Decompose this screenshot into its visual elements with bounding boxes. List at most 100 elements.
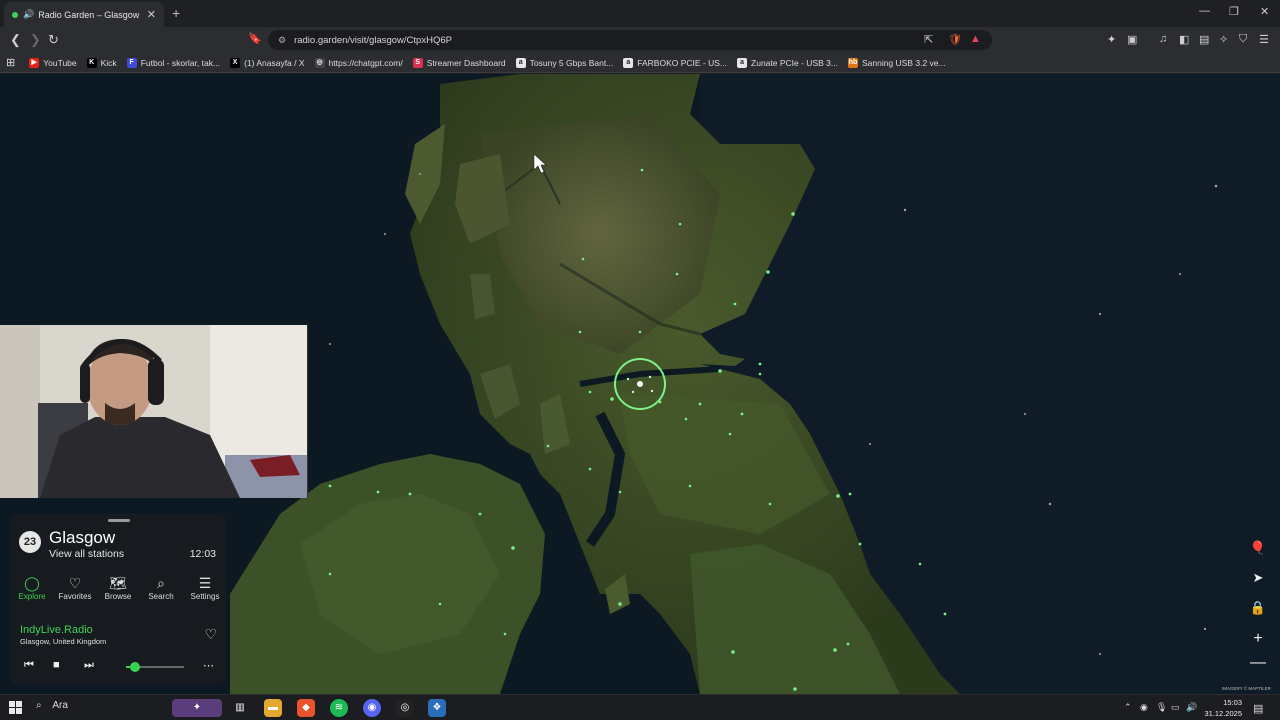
system-clock[interactable]: 15:03 31.12.2025 [1198,697,1242,719]
bookmark-item[interactable]: a FARBOKO PCIE - US... [623,57,727,68]
bookmark-label: Kick [100,57,117,68]
bookmark-favicon: a [515,57,526,68]
address-bar[interactable]: ⚙ radio.garden/visit/glasgow/CtpxHQ6P [268,30,992,50]
bookmark-icon[interactable]: 🔖 [248,32,262,45]
discord-icon[interactable]: ◉ [363,699,381,717]
windows-start-icon[interactable] [9,701,22,714]
bookmark-favicon: a [737,57,748,68]
next-icon[interactable]: ⏭ [84,659,94,672]
tray-app-icon[interactable]: ◉ [1140,702,1148,713]
more-options-icon[interactable]: ⋯ [203,659,214,672]
volume-knob[interactable] [129,662,140,672]
bookmark-item[interactable]: ◎ https://chatgpt.com/ [314,57,403,68]
minimize-icon[interactable]: — [1199,5,1210,17]
tab-browse[interactable]: 🗺 Browse [98,574,138,601]
bookmark-item[interactable]: K Kick [86,57,117,68]
tab-strip: 🔊 Radio Garden – Glasgow ✕ + — ❐ ✕ [0,0,1280,27]
app-icon[interactable]: ❖ [428,699,446,717]
spotify-icon[interactable]: ≋ [330,699,348,717]
leo-ai-icon[interactable]: ✧ [1219,33,1228,46]
notifications-icon[interactable]: ▤ [1253,702,1263,715]
tray-chevron-icon[interactable]: ⌃ [1124,702,1132,713]
bookmark-favicon: S [412,57,423,68]
forward-icon[interactable]: ❯ [30,32,41,48]
bookmark-item[interactable]: hb Sanning USB 3.2 ve... [847,57,946,68]
bookmark-favicon: ◎ [314,57,325,68]
selected-location-dot [637,381,643,387]
search-icon: ⌕ [36,700,42,711]
webcam-overlay [0,325,308,498]
tab-favorites[interactable]: ♡ Favorites [55,574,95,601]
file-explorer-icon[interactable]: ▬ [264,699,282,717]
apps-icon[interactable]: ⊞ [6,56,15,69]
new-tab-icon[interactable]: + [172,5,180,21]
restore-icon[interactable]: ❐ [1229,5,1239,18]
screenshot-icon[interactable]: ▣ [1127,33,1137,46]
close-window-icon[interactable]: ✕ [1260,5,1269,18]
share-icon[interactable]: ⇱ [924,33,933,46]
bookmark-list: ▶ YouTube K Kick F Futbol - skorlar, tak... X(… [29,57,955,68]
bookmark-item[interactable]: ▶ YouTube [29,57,77,68]
task-view-icon[interactable]: ▥ [231,699,249,717]
webcam-image [0,325,307,498]
search-highlight-icon[interactable]: ✦ [172,699,222,717]
bookmark-label: Zunate PCIe - USB 3... [751,57,838,68]
bookmark-item[interactable]: a Zunate PCIe - USB 3... [737,57,838,68]
vpn-icon[interactable]: ⛉ [1239,33,1247,46]
bookmark-label: Futbol - skorlar, tak... [140,57,221,68]
stop-icon[interactable]: ■ [53,659,60,671]
speaker-icon[interactable]: 🔊 [23,9,34,20]
close-tab-icon[interactable]: ✕ [147,8,156,21]
tab-search[interactable]: ⌕ Search [141,574,181,601]
brave-icon[interactable]: ◆ [297,699,315,717]
wallet-icon[interactable]: ▤ [1199,33,1209,46]
map-attribution: IMAGERY © MAPTILER [1222,686,1271,691]
drag-handle[interactable] [108,519,130,522]
favorite-heart-icon[interactable]: ♡ [204,626,217,643]
search-icon: ⌕ [157,575,165,591]
browser-tab[interactable]: 🔊 Radio Garden – Glasgow ✕ [4,2,164,27]
tab-explore[interactable]: ◯ Explore [12,574,52,601]
lock-icon[interactable]: 🔒 [1248,600,1268,616]
brave-shield-icon[interactable]: 🛡 [948,33,962,46]
taskbar-search[interactable]: ⌕ Ara [36,700,68,711]
tab-title: Radio Garden – Glasgow [38,9,140,20]
tab-settings-label: Settings [190,592,220,601]
extensions-icon[interactable]: ✦ [1107,33,1116,46]
bookmark-item[interactable]: S Streamer Dashboard [412,57,506,68]
microphone-icon[interactable]: 🎙 [1156,702,1167,713]
balloon-icon[interactable]: 🎈 [1248,540,1268,556]
zoom-out-icon[interactable]: — [1248,654,1268,672]
bookmark-item[interactable]: X (1) Anasayfa / X [230,57,305,68]
bookmark-label: Streamer Dashboard [426,57,506,68]
view-all-stations-link[interactable]: View all stations [49,548,124,560]
volume-icon[interactable]: 🔊 [1186,702,1197,713]
network-icon[interactable]: ▭ [1171,702,1180,713]
sidebar-icon[interactable]: ◧ [1179,33,1189,46]
bookmark-favicon: K [86,57,97,68]
url-text: radio.garden/visit/glasgow/CtpxHQ6P [294,34,452,46]
now-playing-station[interactable]: IndyLive.Radio [20,624,93,636]
menu-icon[interactable]: ☰ [1259,33,1269,46]
bookmark-favicon: F [126,57,137,68]
clock-date: 31.12.2025 [1204,709,1242,718]
tab-favorites-label: Favorites [58,592,92,601]
tab-settings[interactable]: ☰ Settings [185,574,225,601]
back-icon[interactable]: ❮ [10,32,21,48]
now-playing-location: Glasgow, United Kingdom [20,637,107,646]
taskbar-search-placeholder: Ara [52,700,68,711]
previous-icon[interactable]: ⏮ [24,659,34,672]
obs-icon[interactable]: ◎ [396,699,414,717]
zoom-in-icon[interactable]: + [1248,630,1268,648]
site-info-icon[interactable]: ⚙ [278,35,286,46]
bookmark-label: (1) Anasayfa / X [244,57,305,68]
media-icon[interactable]: ♫ [1159,33,1167,45]
locate-icon[interactable]: ➤ [1248,570,1268,586]
volume-slider[interactable] [126,662,184,672]
bookmark-item[interactable]: F Futbol - skorlar, tak... [126,57,221,68]
bookmark-item[interactable]: a Tosuny 5 Gbps Bant... [515,57,614,68]
bookmark-label: Tosuny 5 Gbps Bant... [529,57,614,68]
bookmark-favicon: X [230,57,241,68]
brave-rewards-icon[interactable]: ▲ [970,33,981,45]
reload-icon[interactable]: ↻ [48,32,59,48]
